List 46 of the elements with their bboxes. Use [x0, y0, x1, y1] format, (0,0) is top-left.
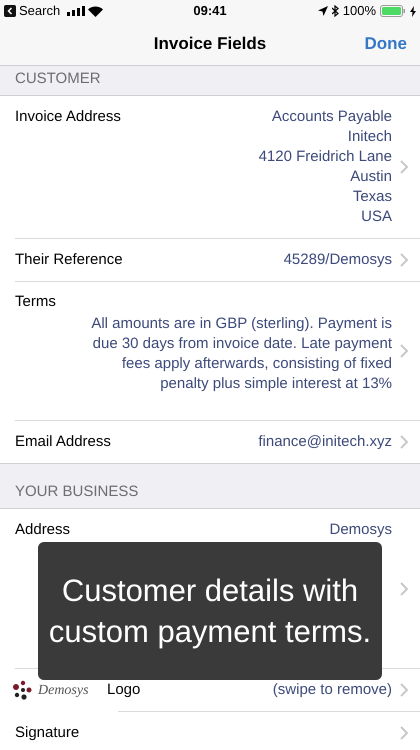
- field-value: 45289/Demosys: [284, 250, 392, 270]
- table-row[interactable]: Their Reference 45289/Demosys: [0, 239, 420, 282]
- location-icon: [318, 6, 328, 16]
- field-value: (swipe to remove): [272, 680, 392, 700]
- address-line: Demosys: [329, 520, 392, 540]
- field-label: Their Reference: [15, 250, 123, 270]
- charging-icon: [410, 6, 416, 16]
- table-row[interactable]: Invoice Address Accounts Payable Initech 4120 Freidrich Lane Austin Texas USA: [0, 96, 420, 239]
- screen-title: Invoice Fields: [154, 32, 266, 55]
- address-line: Accounts Payable: [272, 107, 392, 127]
- address-line: Initech: [348, 127, 392, 147]
- table-row[interactable]: Signature: [0, 712, 420, 750]
- field-label: Email Address: [15, 432, 111, 452]
- chevron-icon: [400, 582, 408, 596]
- battery-icon: [380, 5, 406, 17]
- section-header: YOUR BUSINESS: [15, 482, 138, 502]
- field-label: Signature: [15, 723, 80, 743]
- field-label: Terms: [15, 292, 56, 312]
- signal-icon: [67, 6, 86, 16]
- done-button[interactable]: Done: [364, 30, 407, 56]
- battery-percent: 100%: [342, 2, 376, 20]
- chevron-icon: [400, 726, 408, 740]
- table-row[interactable]: Email Address finance@initech.xyz: [0, 421, 420, 463]
- table-row[interactable]: Terms All amounts are in GBP (sterling). Payment is due 30 days from invoice date. Late payment fees apply afterwards, consisting of fixed penalty plus simple interest at 13%: [0, 282, 420, 421]
- address-line: Texas: [352, 187, 392, 207]
- chevron-icon: [400, 683, 408, 697]
- chevron-icon: [400, 344, 408, 358]
- field-label: Invoice Address: [15, 107, 121, 127]
- wifi-icon: [88, 6, 104, 16]
- logo-image: Demosys: [12, 679, 107, 701]
- address-line: Austin: [350, 167, 392, 187]
- back-link[interactable]: Search: [19, 1, 60, 21]
- field-label: Address: [15, 520, 70, 540]
- address-line: 4120 Freidrich Lane: [258, 147, 392, 167]
- status-time: 09:41: [193, 2, 227, 20]
- field-value: finance@initech.xyz: [258, 432, 392, 452]
- chevron-icon: [400, 160, 408, 174]
- address-line: USA: [361, 207, 392, 227]
- caption-text: Customer details with custom payment terms.: [48, 572, 372, 651]
- terms-text: All amounts are in GBP (sterling). Payment is due 30 days from invoice date. Late payment fees apply afterwards, consisting of fixed penalty plus simple interest at 13%: [90, 314, 392, 394]
- section-header: CUSTOMER: [15, 68, 101, 88]
- field-label: Logo: [107, 680, 140, 700]
- chevron-icon: [400, 435, 408, 449]
- bluetooth-icon: [332, 5, 339, 17]
- back-icon[interactable]: [4, 5, 16, 17]
- chevron-icon: [400, 253, 408, 267]
